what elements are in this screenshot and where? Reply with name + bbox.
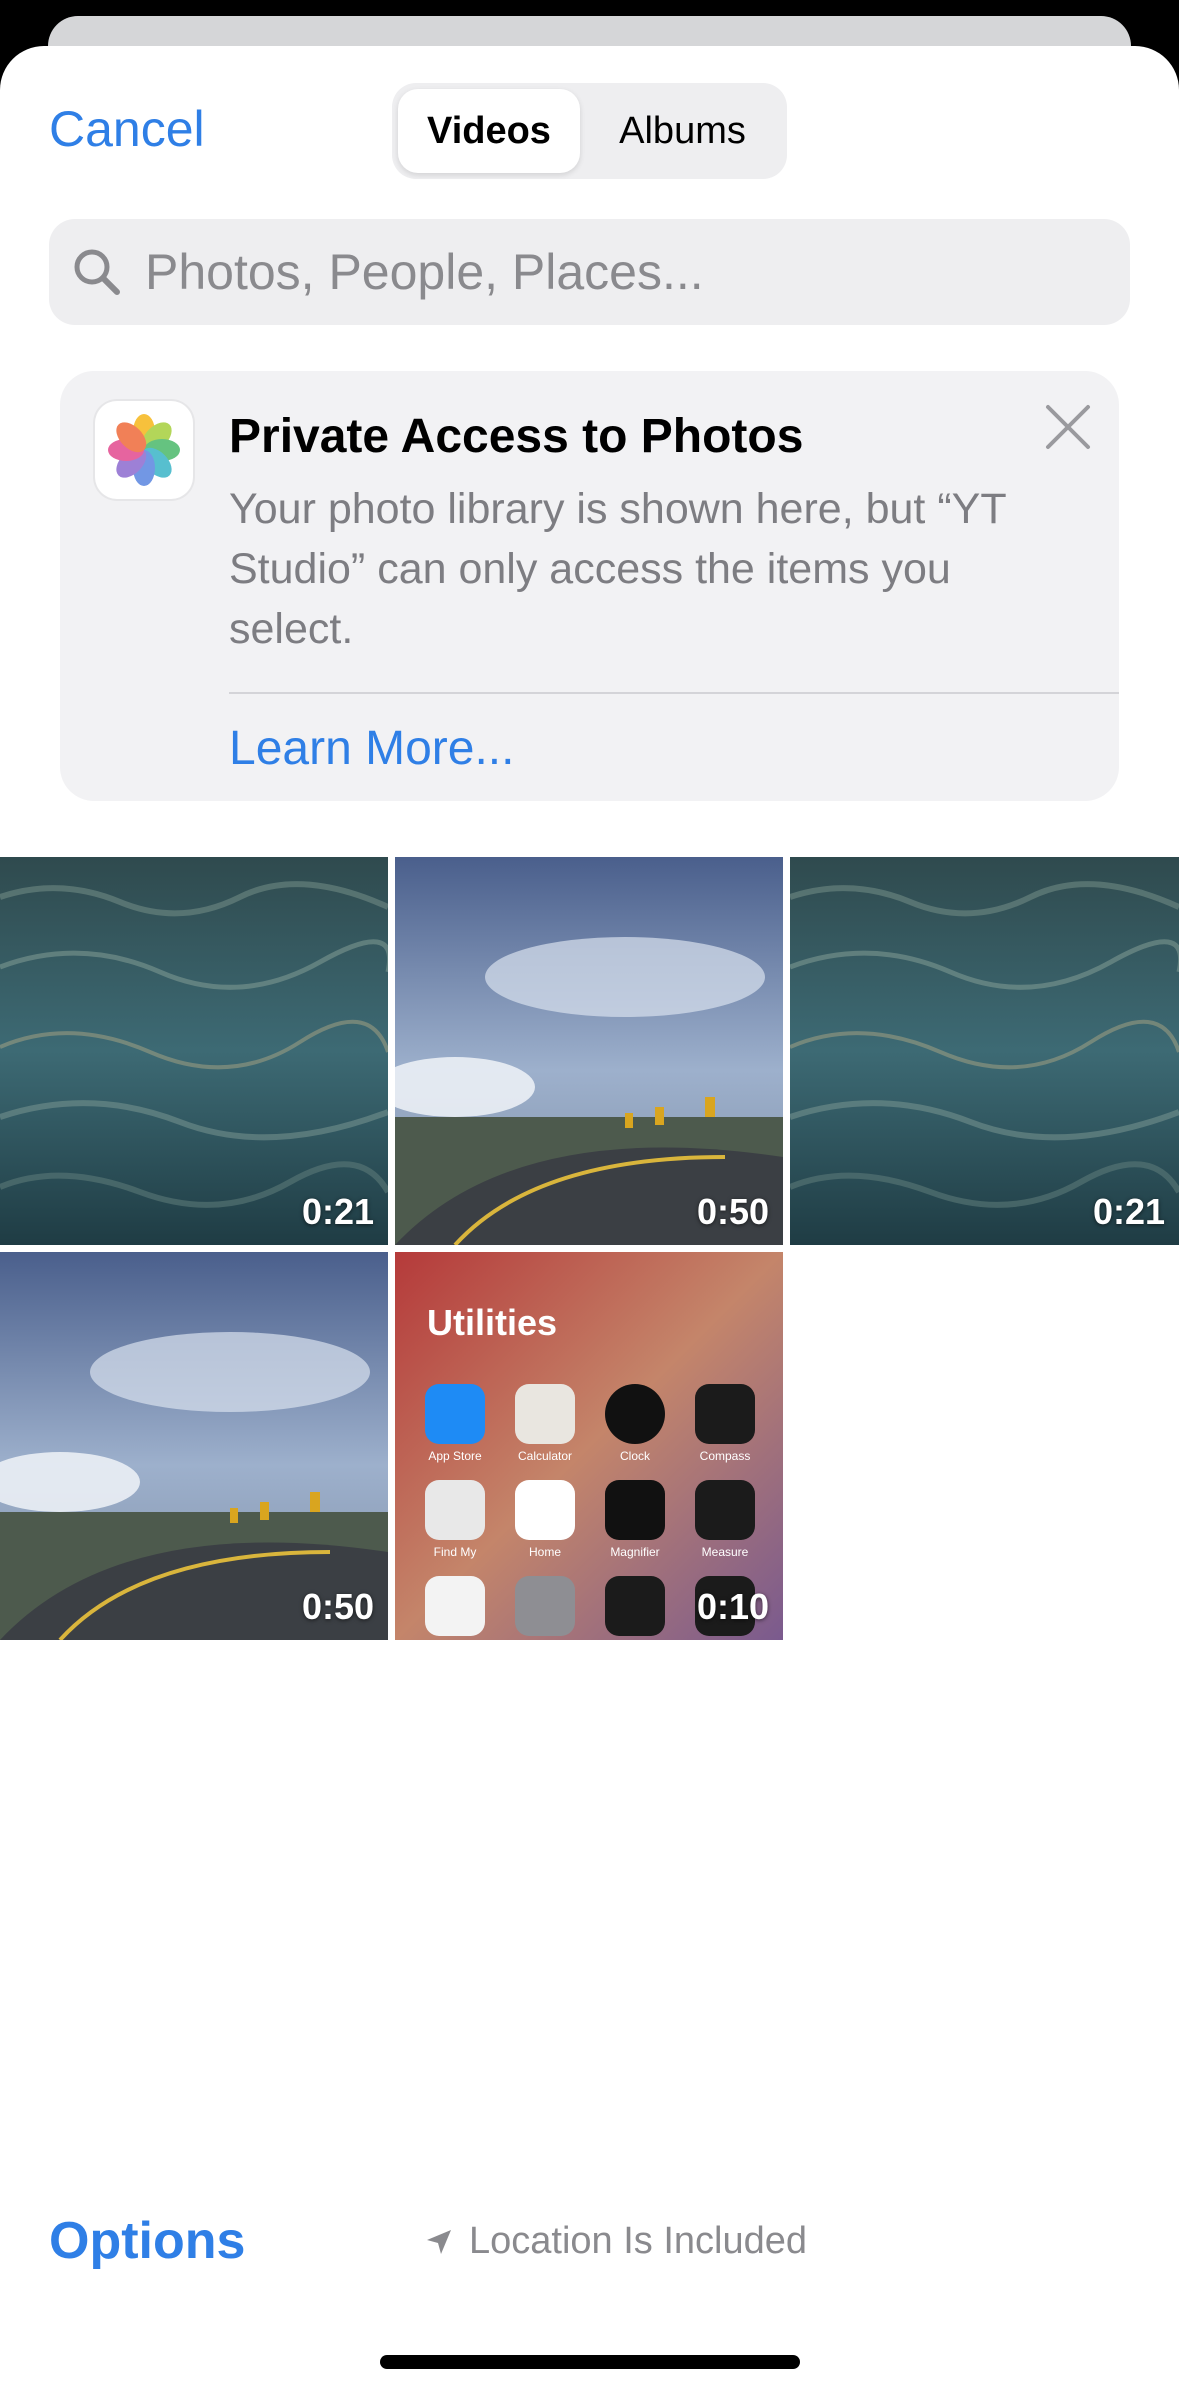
banner-description: Your photo library is shown here, but “Y… <box>229 485 1006 653</box>
search-input[interactable] <box>143 242 1047 302</box>
app-label: Home <box>528 1545 561 1559</box>
home-icon <box>515 1480 575 1540</box>
home-indicator <box>380 2355 800 2369</box>
ocean-waves-image <box>0 857 388 1245</box>
location-arrow-icon <box>427 2229 451 2254</box>
app-label: Clock <box>619 1449 650 1463</box>
ocean-waves-image <box>790 857 1179 1245</box>
cancel-button[interactable]: Cancel <box>49 100 205 158</box>
banner-title: Private Access to Photos <box>229 410 804 463</box>
options-button[interactable]: Options <box>49 2211 245 2271</box>
video-thumbnail-road[interactable]: 0:50 <box>395 857 783 1245</box>
video-duration: 0:21 <box>1092 1191 1165 1232</box>
bottom-toolbar: Options Location Is Included <box>0 2186 1179 2306</box>
location-label: Location Is Included <box>469 2220 808 2262</box>
find-my-icon <box>425 1480 485 1540</box>
app-label: Calculator <box>517 1449 573 1463</box>
photo-picker-sheet: Cancel Videos Albums Photos, People, Pla… <box>0 46 1179 2396</box>
video-duration: 0:10 <box>696 1586 769 1627</box>
app-label: Measure <box>701 1545 749 1559</box>
photos-app-icon <box>95 401 193 499</box>
measure-icon <box>695 1480 755 1540</box>
app-label: Find My <box>433 1545 477 1559</box>
location-status: Location Is Included <box>423 2220 807 2263</box>
cloudy-road-image <box>0 1252 388 1640</box>
settings-icon <box>515 1576 575 1636</box>
calculator-icon <box>515 1384 575 1444</box>
app-label: App Store <box>428 1449 482 1463</box>
video-duration: 0:21 <box>301 1191 374 1232</box>
app-store-icon <box>425 1384 485 1444</box>
clock-icon <box>605 1384 665 1444</box>
magnifier-icon <box>605 1480 665 1540</box>
banner-divider <box>229 692 1119 694</box>
tab-videos[interactable]: Videos <box>398 89 580 173</box>
video-thumbnail-ocean[interactable]: 0:21 <box>0 857 388 1245</box>
private-access-banner: Private Access to Photos Your photo libr… <box>60 371 1119 801</box>
video-thumbnail-road[interactable]: 0:50 <box>0 1252 388 1640</box>
video-duration: 0:50 <box>301 1586 374 1627</box>
video-thumbnail-utilities[interactable]: Utilities App Store Calculator Clock Com… <box>395 1252 783 1640</box>
app-label: Compass <box>699 1449 751 1463</box>
close-icon[interactable] <box>1040 399 1096 455</box>
tab-albums[interactable]: Albums <box>584 89 781 173</box>
app-label: Magnifier <box>610 1545 660 1559</box>
search-bar[interactable] <box>49 219 1130 325</box>
video-thumbnail-ocean[interactable]: 0:21 <box>790 857 1179 1245</box>
safari-icon <box>425 1576 485 1636</box>
learn-more-link[interactable]: Learn More... <box>229 721 514 776</box>
video-duration: 0:50 <box>696 1191 769 1232</box>
compass-icon <box>695 1384 755 1444</box>
search-icon <box>74 249 120 295</box>
cloudy-road-image <box>395 857 783 1245</box>
voice-memos-icon <box>605 1576 665 1636</box>
utilities-folder-title: Utilities <box>427 1302 558 1343</box>
segmented-control: Videos Albums <box>392 83 787 179</box>
